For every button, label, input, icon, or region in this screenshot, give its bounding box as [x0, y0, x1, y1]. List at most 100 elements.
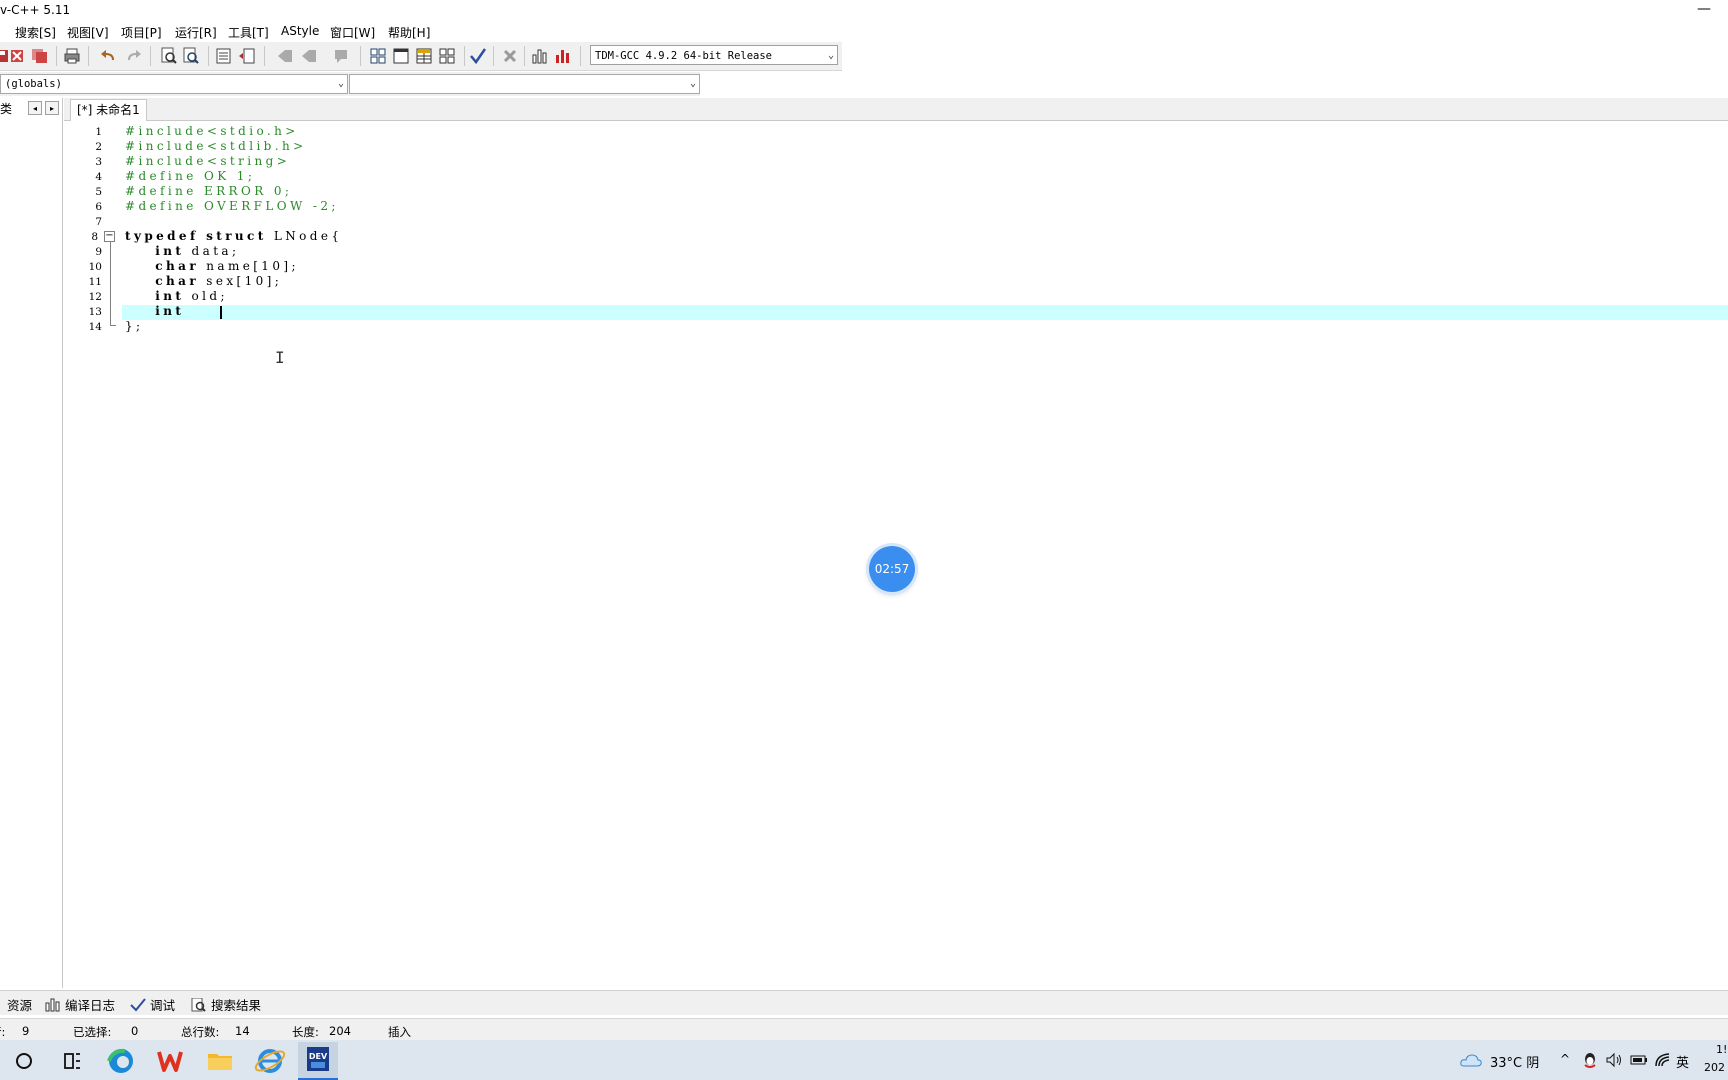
- panel-next-button[interactable]: ▸: [45, 101, 59, 115]
- fold-toggle[interactable]: −: [104, 231, 115, 242]
- goto-bookmark-icon[interactable]: [300, 47, 318, 65]
- clock-time[interactable]: 1!: [1716, 1043, 1727, 1056]
- stop-icon[interactable]: [501, 47, 519, 65]
- new-project-icon[interactable]: [369, 47, 387, 65]
- project-panel: [0, 98, 63, 988]
- print-icon[interactable]: [63, 47, 81, 65]
- minimize-button[interactable]: —: [1692, 0, 1716, 20]
- status-selected-value: 0: [131, 1024, 139, 1038]
- redo-icon[interactable]: [124, 47, 142, 65]
- current-line-highlight: [122, 305, 1728, 320]
- status-total-value: 14: [235, 1024, 250, 1038]
- weather-text[interactable]: 33°C 阴: [1490, 1052, 1539, 1071]
- line-number: 14: [88, 321, 102, 333]
- line-number: 12: [88, 291, 102, 303]
- line-number: 1: [95, 126, 102, 138]
- menu-run[interactable]: 运行[R]: [175, 24, 217, 41]
- code-keyword: typedef struct: [125, 229, 267, 243]
- ie-icon[interactable]: [250, 1044, 290, 1078]
- chart-icon: [45, 998, 60, 1012]
- code-line: #include<string>: [125, 154, 291, 168]
- tab-classes[interactable]: 类: [0, 100, 12, 117]
- menu-help[interactable]: 帮助[H]: [388, 24, 430, 41]
- volume-icon[interactable]: [1605, 1052, 1623, 1068]
- tab-search-results[interactable]: 搜索结果: [191, 995, 261, 1014]
- indent-icon[interactable]: [215, 47, 233, 65]
- unindent-icon[interactable]: [238, 47, 256, 65]
- code-line: int data;: [125, 244, 239, 258]
- windows-taskbar: DEV 33°C 阴 ^ 英 1! 202: [0, 1040, 1728, 1080]
- toolbar-separator: [88, 46, 89, 66]
- window-icon[interactable]: [392, 47, 410, 65]
- code-text: data;: [184, 244, 240, 258]
- menu-astyle[interactable]: AStyle: [281, 24, 319, 38]
- code-keyword: int: [125, 304, 185, 318]
- scope-select[interactable]: (globals) ⌄: [0, 74, 348, 94]
- status-line-label: 行:: [0, 1025, 6, 1039]
- code-line: char sex[10];: [125, 274, 282, 288]
- menu-tools[interactable]: 工具[T]: [228, 24, 269, 41]
- toggle-bookmark-icon[interactable]: [276, 47, 294, 65]
- class-bar: (globals) ⌄ ⌄: [0, 72, 700, 96]
- compiler-select[interactable]: TDM-GCC 4.9.2 64-bit Release ⌄: [590, 45, 838, 65]
- toolbar-separator: [150, 46, 151, 66]
- line-number: 5: [95, 186, 102, 198]
- table-icon[interactable]: [415, 47, 433, 65]
- wps-icon[interactable]: [150, 1044, 190, 1078]
- edge-icon[interactable]: [101, 1044, 141, 1078]
- chart-icon[interactable]: [531, 47, 549, 65]
- toolbar-separator: [360, 46, 361, 66]
- text-caret: [220, 306, 222, 319]
- close-all-icon[interactable]: [31, 47, 49, 65]
- line-number: 3: [95, 156, 102, 168]
- close-file-icon[interactable]: [8, 47, 26, 65]
- menu-project[interactable]: 项目[P]: [121, 24, 162, 41]
- tab-untitled1[interactable]: [*] 未命名1: [70, 99, 147, 121]
- find-icon[interactable]: [160, 47, 178, 65]
- menu-view[interactable]: 视图[V]: [67, 24, 109, 41]
- task-view-icon[interactable]: [52, 1044, 92, 1078]
- tab-debug[interactable]: 调试: [130, 995, 175, 1014]
- line-number: 7: [95, 216, 102, 228]
- menu-window[interactable]: 窗口[W]: [330, 24, 375, 41]
- code-keyword: char: [125, 274, 200, 288]
- menu-search[interactable]: 搜索[S]: [15, 24, 56, 41]
- check-syntax-icon[interactable]: [469, 47, 487, 65]
- line-number: 10: [88, 261, 102, 273]
- code-keyword: int: [125, 289, 185, 303]
- line-number: 2: [95, 141, 102, 153]
- toolbar-separator: [580, 46, 581, 66]
- tab-resources[interactable]: 资源: [7, 995, 32, 1014]
- line-number: 13: [88, 306, 102, 318]
- chevron-up-icon[interactable]: ^: [1560, 1052, 1570, 1066]
- clock-date[interactable]: 202: [1704, 1061, 1725, 1074]
- status-length-label: 长度:: [292, 1025, 319, 1039]
- member-select[interactable]: ⌄: [349, 74, 700, 94]
- panel-prev-button[interactable]: ◂: [28, 101, 42, 115]
- undo-icon[interactable]: [100, 47, 118, 65]
- qq-icon[interactable]: [1582, 1051, 1598, 1069]
- code-line: };: [125, 319, 144, 333]
- wifi-icon[interactable]: [1655, 1052, 1671, 1068]
- profile-icon[interactable]: [554, 47, 572, 65]
- toolbar-separator: [493, 46, 494, 66]
- recording-timer[interactable]: 02:57: [869, 546, 915, 592]
- tab-label: 编译日志: [64, 998, 115, 1013]
- title-bar: [0, 0, 1728, 22]
- code-line: #define OVERFLOW -2;: [125, 199, 339, 213]
- bottom-panel-tabs: 资源 编译日志 调试 搜索结果: [0, 990, 1728, 1015]
- tab-compile-log[interactable]: 编译日志: [45, 995, 115, 1014]
- grid-icon[interactable]: [438, 47, 456, 65]
- tab-label: 搜索结果: [210, 998, 261, 1013]
- cortana-icon[interactable]: [4, 1044, 44, 1078]
- taskbar-devcpp-active[interactable]: DEV: [298, 1042, 338, 1080]
- comment-icon[interactable]: [332, 47, 350, 65]
- battery-icon[interactable]: [1630, 1053, 1648, 1067]
- replace-icon[interactable]: [182, 47, 200, 65]
- fold-end: [110, 325, 116, 326]
- line-number: 11: [88, 276, 102, 288]
- file-explorer-icon[interactable]: [200, 1044, 240, 1078]
- line-number: 8: [91, 231, 98, 243]
- chevron-down-icon: ⌄: [337, 78, 344, 89]
- ime-indicator[interactable]: 英: [1676, 1052, 1689, 1071]
